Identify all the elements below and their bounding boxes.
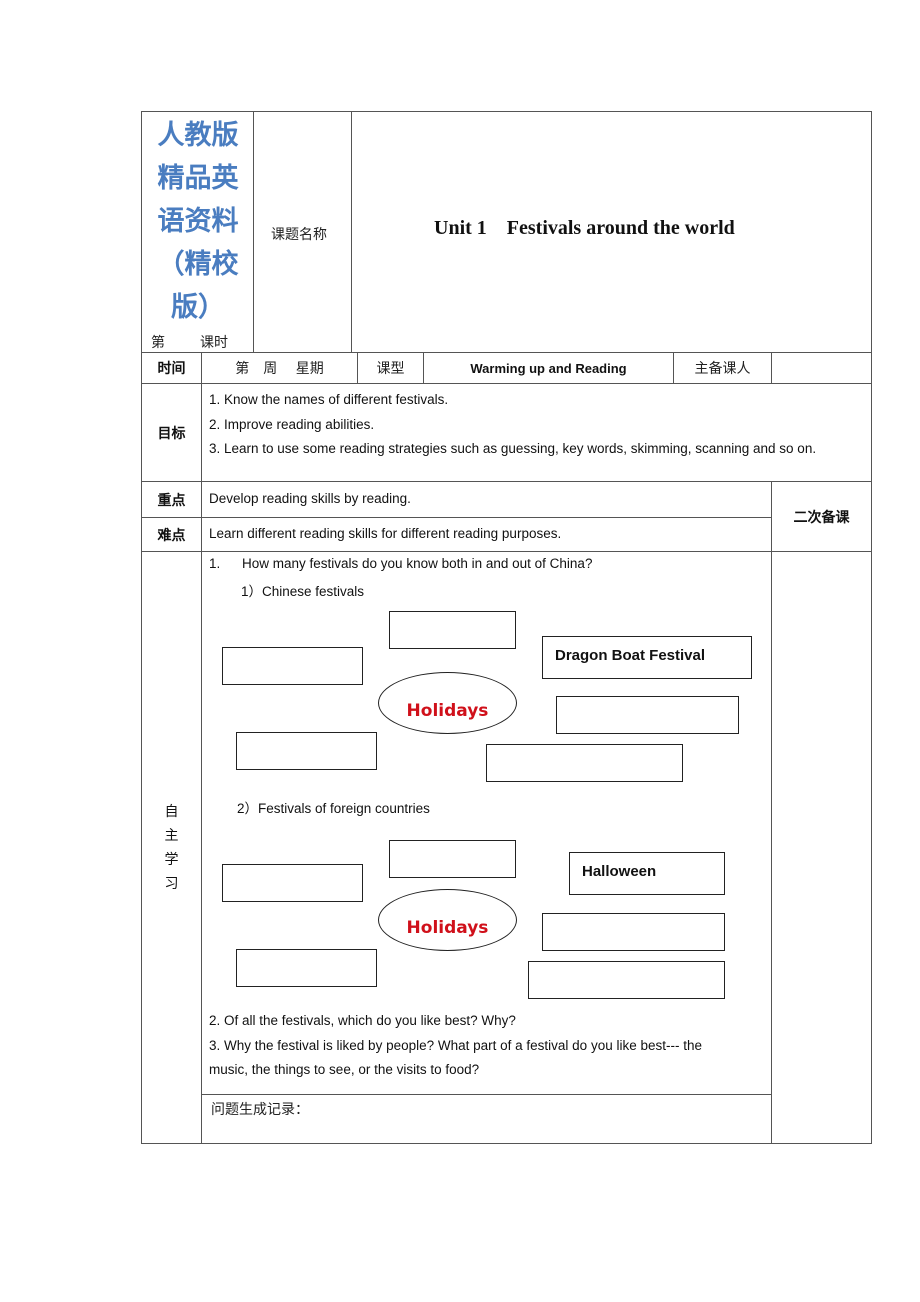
topic-label: 课题名称	[271, 227, 327, 243]
week-day-field: 第 周 星期	[235, 361, 324, 377]
festival-answer-box[interactable]: Halloween	[569, 852, 725, 895]
divider	[141, 481, 872, 482]
festival-box-text: Dragon Boat Festival	[555, 647, 706, 664]
holidays-center-ellipse: Holidays	[378, 672, 517, 734]
divider	[141, 551, 872, 552]
brand-line: （精校	[157, 249, 239, 280]
holidays-center-ellipse: Holidays	[378, 889, 517, 951]
festival-answer-box[interactable]	[222, 647, 363, 685]
lesson-number-suffix: 课时	[200, 335, 228, 351]
topic-title: Unit 1 Festivals around the world	[434, 217, 735, 239]
brand-watermark: 人教版 精品英 语资料 （精校 版）	[143, 114, 253, 329]
time-label: 时间	[157, 361, 186, 377]
foreign-festivals-heading: 2）Festivals of foreign countries	[237, 801, 430, 816]
key-point-text: Develop reading skills by reading.	[209, 491, 411, 506]
table-border-left	[141, 111, 142, 1144]
goal-item: 2. Improve reading abilities.	[209, 416, 375, 432]
festival-answer-box[interactable]	[236, 949, 377, 987]
lesson-type-label: 课型	[376, 361, 405, 377]
chinese-festivals-heading: 1）Chinese festivals	[241, 584, 365, 599]
lesson-type-value: Warming up and Reading	[470, 360, 627, 376]
divider	[201, 1094, 771, 1095]
question-2: 2. Of all the festivals, which do you li…	[209, 1013, 516, 1028]
divider	[141, 383, 872, 384]
main-teacher-value	[772, 353, 871, 383]
table-border-right	[871, 111, 872, 1144]
holidays-center-text: Holidays	[406, 701, 489, 721]
divider	[351, 111, 352, 353]
divider	[253, 111, 254, 353]
lesson-number-prefix: 第	[151, 335, 165, 351]
question-1-number: 1.	[209, 556, 221, 571]
goal-item: 3. Learn to use some reading strategies …	[209, 441, 817, 456]
table-border-bottom	[141, 1143, 872, 1144]
festival-answer-box[interactable]	[389, 611, 516, 649]
divider	[201, 352, 202, 1144]
festival-answer-box[interactable]	[236, 732, 377, 770]
self-study-label-char: 习	[164, 876, 179, 892]
difficulty-label: 难点	[157, 527, 186, 544]
question-3-line-1: 3. Why the festival is liked by people? …	[209, 1038, 702, 1053]
goal-item: 1. Know the names of different festivals…	[209, 392, 449, 407]
goals-label: 目标	[157, 425, 186, 442]
festival-answer-box[interactable]	[389, 840, 516, 878]
difficulty-text: Learn different reading skills for diffe…	[209, 526, 562, 541]
key-point-label: 重点	[157, 492, 186, 509]
festival-answer-box[interactable]	[528, 961, 725, 999]
festival-answer-box[interactable]	[542, 913, 725, 951]
question-1-text: How many festivals do you know both in a…	[242, 556, 593, 571]
goals-list: 1. Know the names of different festivals…	[209, 388, 864, 462]
self-study-label-char: 学	[164, 852, 179, 868]
table-border-top	[141, 111, 872, 112]
brand-line: 精品英	[157, 163, 239, 194]
festival-answer-box[interactable]	[222, 864, 363, 902]
brand-line: 人教版	[157, 120, 239, 151]
festival-answer-box[interactable]	[486, 744, 683, 782]
question-record-label: 问题生成记录：	[211, 1102, 309, 1118]
question-record-area[interactable]	[202, 1120, 770, 1142]
brand-line: 语资料	[157, 206, 239, 237]
self-study-label-char: 主	[164, 828, 179, 844]
brand-line: 版）	[171, 292, 225, 323]
self-study-label: 自 主 学 习	[142, 800, 201, 896]
festival-box-text: Halloween	[582, 863, 657, 880]
festival-answer-box[interactable]	[556, 696, 739, 734]
second-prep-label: 二次备课	[793, 509, 850, 526]
divider	[141, 517, 771, 518]
self-study-label-char: 自	[164, 804, 179, 820]
question-3-line-2: music, the things to see, or the visits …	[209, 1062, 480, 1077]
main-teacher-label: 主备课人	[694, 361, 751, 377]
festival-answer-box[interactable]: Dragon Boat Festival	[542, 636, 752, 679]
second-prep-notes-area[interactable]	[772, 552, 871, 1142]
holidays-center-text: Holidays	[406, 918, 489, 938]
